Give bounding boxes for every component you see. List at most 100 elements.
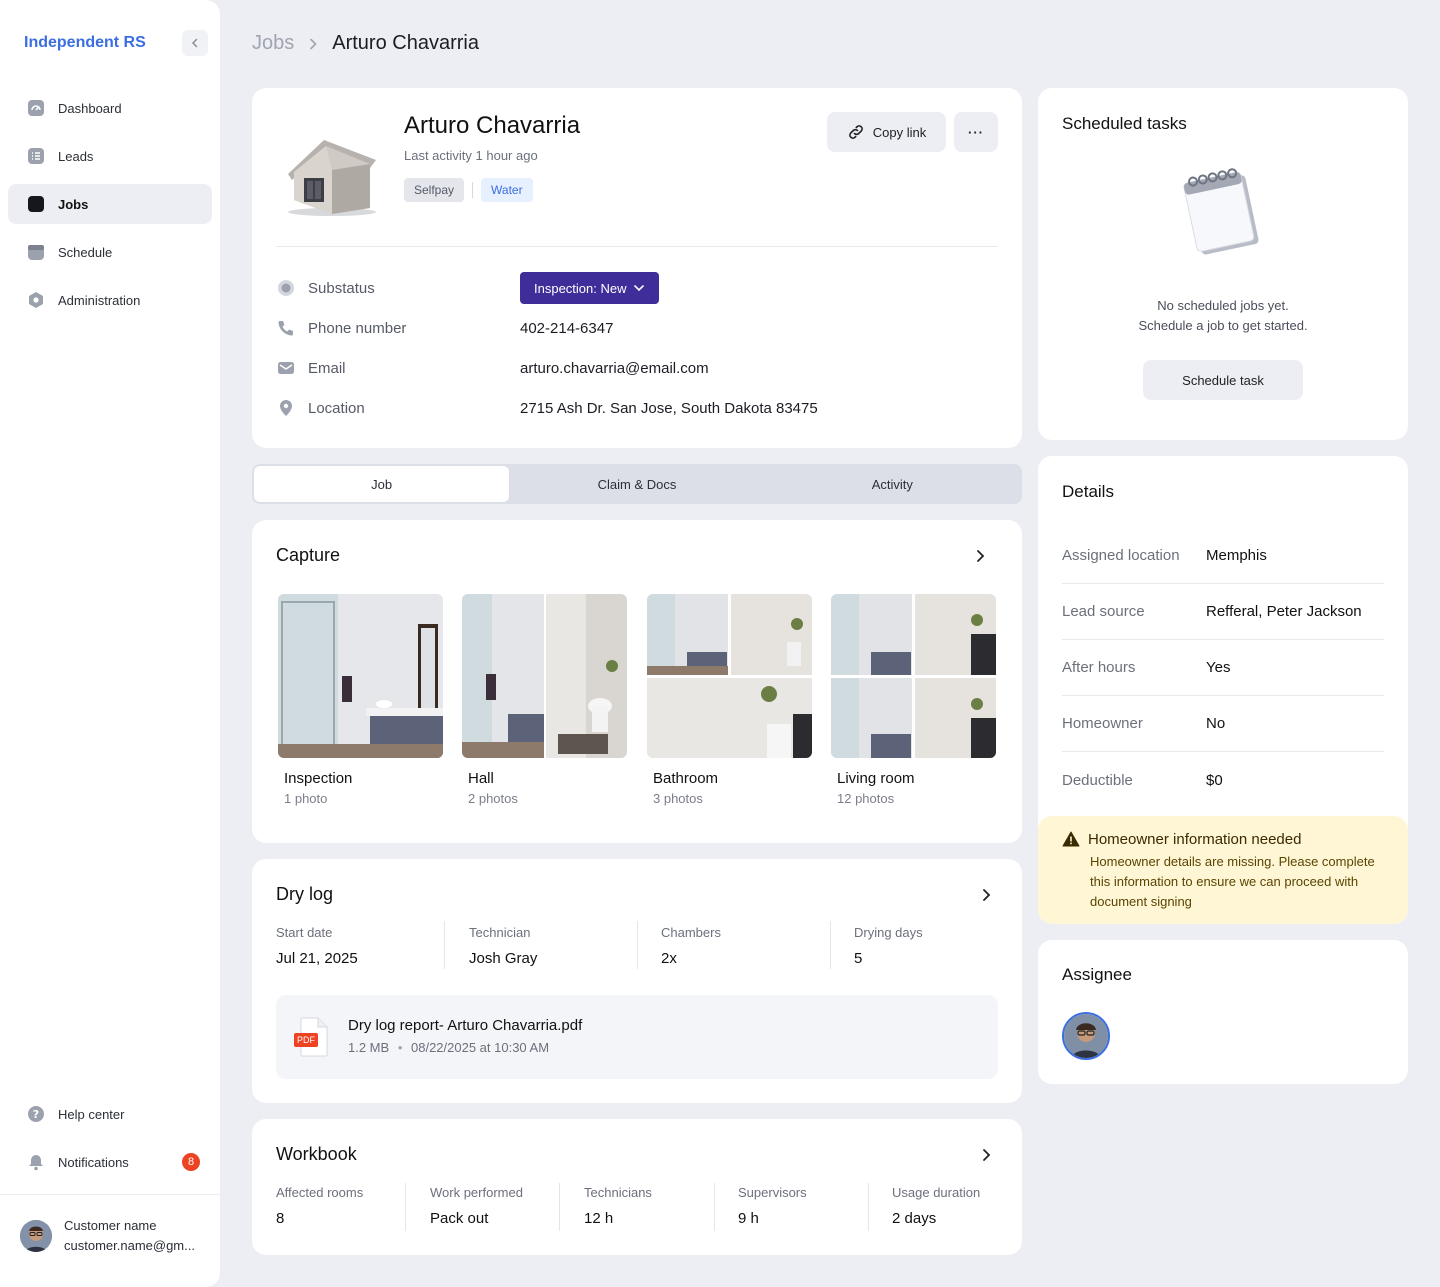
- stat-label: Drying days: [854, 925, 923, 940]
- album-thumbnail: [647, 594, 812, 758]
- nav-label: Notifications: [58, 1154, 129, 1170]
- stat-value: 2 days: [892, 1210, 937, 1227]
- breadcrumb-jobs-link[interactable]: Jobs: [252, 32, 294, 55]
- tab-activity[interactable]: Activity: [765, 466, 1020, 502]
- nav-item-administration[interactable]: Administration: [8, 280, 212, 320]
- nav-item-leads[interactable]: Leads: [8, 136, 212, 176]
- notification-count-badge: 8: [182, 1153, 200, 1171]
- workbook-stat-usage-duration: Usage duration 2 days: [892, 1185, 980, 1227]
- nav-item-help-center[interactable]: ? Help center: [8, 1094, 212, 1134]
- notepad-icon: [1182, 166, 1264, 263]
- pdf-file-icon: PDF: [294, 1017, 330, 1057]
- album-count: 1 photo: [284, 791, 328, 806]
- workbook-stat-technicians: Technicians 12 h: [584, 1185, 652, 1227]
- info-label: Phone number: [308, 319, 407, 337]
- chevron-right-icon: [983, 889, 991, 901]
- more-options-button[interactable]: ···: [954, 112, 998, 152]
- stat-label: Chambers: [661, 925, 721, 940]
- stat-label: Usage duration: [892, 1185, 981, 1200]
- warning-icon: [1062, 831, 1080, 847]
- album-title: Inspection: [284, 770, 353, 787]
- tag-water: Water: [481, 178, 533, 202]
- info-label: Location: [308, 399, 365, 417]
- help-icon: ?: [26, 1104, 46, 1124]
- stat-value: Pack out: [430, 1210, 489, 1227]
- stat-divider: [637, 921, 638, 969]
- collapse-sidebar-button[interactable]: [182, 30, 208, 56]
- nav-label: Leads: [58, 148, 94, 164]
- capture-card: Capture Inspection 1 photo Hall 2 photos…: [252, 520, 1022, 843]
- album-thumbnail: [831, 594, 996, 758]
- calendar-icon: [26, 242, 46, 262]
- tab-claim-docs[interactable]: Claim & Docs: [509, 466, 764, 502]
- workbook-open-button[interactable]: [976, 1145, 996, 1165]
- brand-name[interactable]: Independent RS: [24, 34, 146, 52]
- jobs-icon: [26, 194, 46, 214]
- dashboard-icon: [26, 98, 46, 118]
- drylog-report-file[interactable]: PDF Dry log report- Arturo Chavarria.pdf…: [276, 995, 998, 1079]
- empty-line-2: Schedule a job to get started.: [1138, 318, 1308, 333]
- schedule-task-button[interactable]: Schedule task: [1143, 360, 1303, 400]
- substatus-dropdown[interactable]: Inspection: New: [520, 272, 659, 304]
- drylog-open-button[interactable]: [976, 885, 996, 905]
- capture-open-button[interactable]: [970, 546, 990, 566]
- link-icon: [848, 125, 863, 139]
- stat-label: Affected rooms: [276, 1185, 364, 1200]
- phone-icon: [276, 318, 296, 338]
- tag-selfpay: Selfpay: [404, 178, 465, 202]
- workbook-stat-work-performed: Work performed Pack out: [430, 1185, 523, 1227]
- capture-title: Capture: [276, 545, 341, 565]
- stat-value: Jul 21, 2025: [276, 950, 358, 967]
- info-row-phone: Phone number 402-214-6347: [276, 318, 613, 338]
- nav-item-dashboard[interactable]: Dashboard: [8, 88, 212, 128]
- album-thumbnail: [462, 594, 627, 758]
- stat-value: 9 h: [738, 1210, 759, 1227]
- detail-row-lead-source: Lead source Refferal, Peter Jackson: [1062, 584, 1384, 640]
- detail-label: Lead source: [1062, 603, 1145, 620]
- info-row-substatus: Substatus Inspection: New: [276, 272, 659, 304]
- user-avatar: [20, 1220, 52, 1252]
- album-title: Hall: [468, 770, 494, 787]
- detail-value: Memphis: [1206, 547, 1267, 564]
- nav-item-jobs[interactable]: Jobs: [8, 184, 212, 224]
- homeowner-warning-banner: Homeowner information needed Homeowner d…: [1038, 816, 1408, 924]
- album-count: 3 photos: [653, 791, 703, 806]
- detail-label: After hours: [1062, 659, 1136, 676]
- nav-item-notifications[interactable]: Notifications 8: [8, 1142, 212, 1182]
- location-pin-icon: [276, 398, 296, 418]
- tag-divider: [472, 182, 474, 198]
- copy-link-label: Copy link: [872, 124, 927, 140]
- breadcrumb: Jobs Arturo Chavarria: [252, 32, 479, 55]
- substatus-value: Inspection: New: [534, 280, 627, 296]
- stat-divider: [405, 1183, 406, 1231]
- warning-body: Homeowner details are missing. Please co…: [1090, 854, 1375, 909]
- details-title: Details: [1062, 482, 1114, 501]
- detail-row-deductible: Deductible $0: [1062, 752, 1384, 808]
- capture-album-inspection[interactable]: Inspection 1 photo: [278, 594, 443, 806]
- detail-row-assigned-location: Assigned location Memphis: [1062, 528, 1384, 584]
- drylog-stat-chambers: Chambers 2x: [661, 925, 721, 967]
- email-value[interactable]: arturo.chavarria@email.com: [520, 360, 709, 377]
- user-name: Customer name: [64, 1218, 157, 1233]
- chevron-right-icon: [308, 38, 318, 50]
- chevron-right-icon: [977, 550, 985, 562]
- user-profile[interactable]: Customer name customer.name@gm...: [20, 1216, 195, 1256]
- album-count: 2 photos: [468, 791, 518, 806]
- nav-item-schedule[interactable]: Schedule: [8, 232, 212, 272]
- stat-divider: [868, 1183, 869, 1231]
- info-label: Email: [308, 359, 346, 377]
- workbook-card: Workbook Affected rooms 8 Work performed…: [252, 1119, 1022, 1255]
- capture-album-hall[interactable]: Hall 2 photos: [462, 594, 627, 806]
- detail-value: No: [1206, 715, 1226, 732]
- capture-album-bathroom[interactable]: Bathroom 3 photos: [647, 594, 812, 806]
- user-divider: [0, 1194, 220, 1195]
- capture-album-living-room[interactable]: Living room 12 photos: [831, 594, 996, 806]
- tab-job[interactable]: Job: [254, 466, 510, 502]
- substatus-icon: [276, 278, 296, 298]
- phone-value[interactable]: 402-214-6347: [520, 320, 613, 337]
- sidebar: Independent RS Dashboard Leads Jobs Sche…: [0, 0, 220, 1287]
- stat-divider: [559, 1183, 560, 1231]
- copy-link-button[interactable]: Copy link: [827, 112, 946, 152]
- assignee-avatar[interactable]: [1062, 1012, 1110, 1060]
- stat-label: Technicians: [584, 1185, 652, 1200]
